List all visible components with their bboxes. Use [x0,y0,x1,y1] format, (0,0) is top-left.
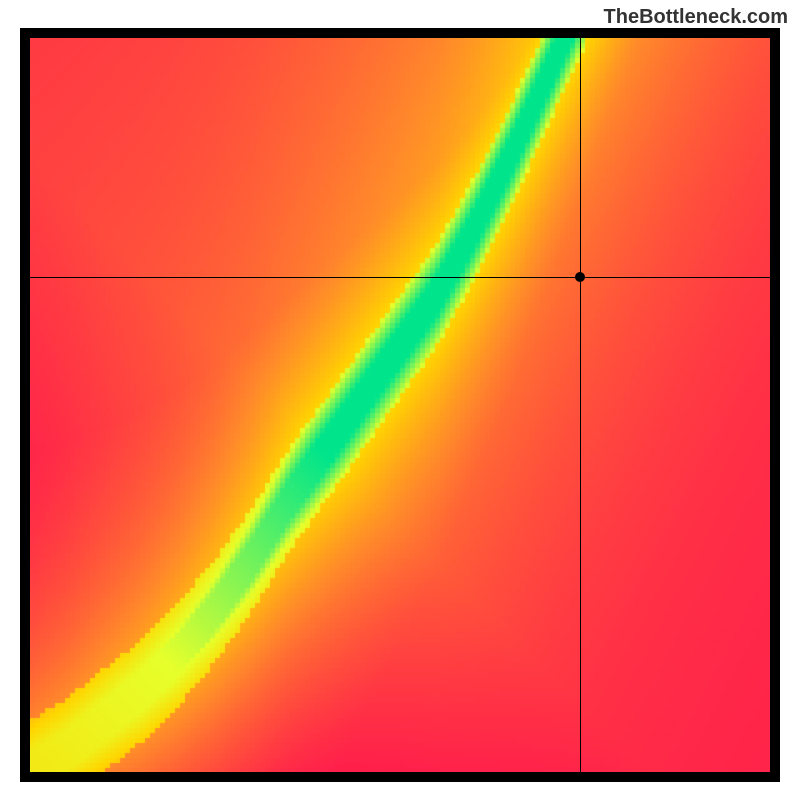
selection-marker [575,272,585,282]
heatmap-canvas [30,38,770,772]
crosshair-horizontal [30,277,770,278]
plot-area [30,38,770,772]
plot-border [20,28,780,782]
watermark-label: TheBottleneck.com [604,6,788,29]
crosshair-vertical [580,38,581,772]
